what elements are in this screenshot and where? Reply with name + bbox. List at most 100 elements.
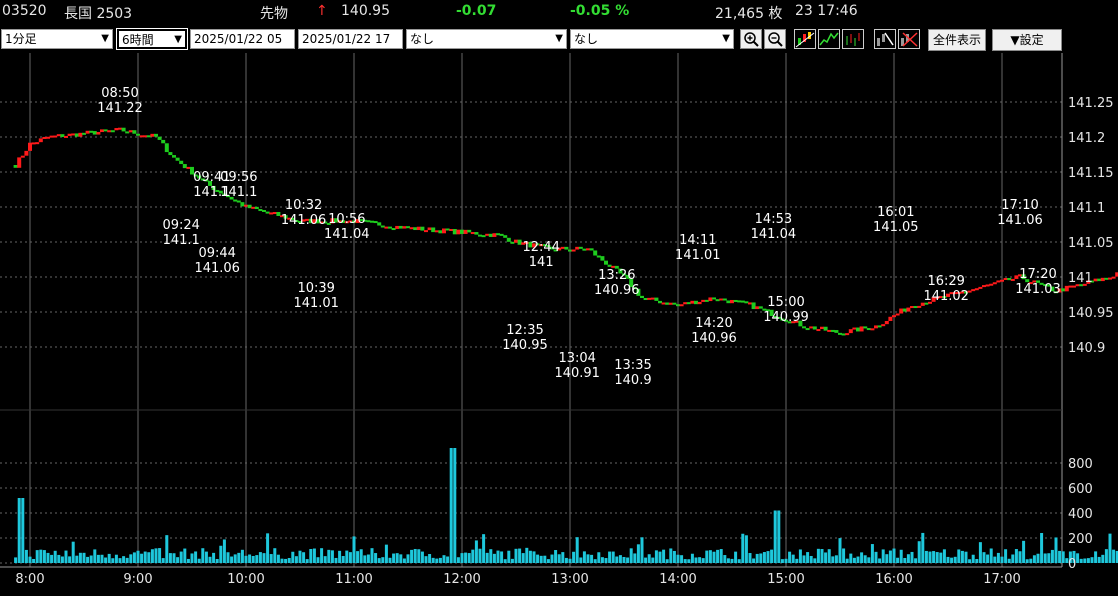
candle: [582, 248, 587, 251]
volume-bar: [330, 550, 334, 563]
candle: [103, 129, 108, 132]
zoom-in-button[interactable]: [740, 29, 762, 49]
volume-bar: [1097, 556, 1101, 563]
candle: [841, 333, 846, 336]
volume-bar: [215, 558, 219, 563]
volume-bar: [878, 558, 882, 563]
volume-bar: [226, 552, 230, 563]
volume-bar: [348, 552, 352, 563]
span-select[interactable]: 6時間 ▼: [116, 28, 188, 50]
volume-bar: [1094, 551, 1098, 563]
volume-bar: [989, 548, 993, 563]
annotation-time: 10:32: [285, 198, 322, 213]
interval-select[interactable]: 1分足 ▼: [1, 29, 113, 49]
candle: [744, 301, 749, 304]
volume-bar: [716, 549, 720, 563]
volume-tick-label: 600: [1068, 482, 1093, 497]
volume-bar: [831, 556, 835, 563]
volume-bar: [640, 537, 644, 563]
candle: [35, 142, 40, 145]
line-mode-button[interactable]: [818, 29, 840, 49]
annotation-time: 16:29: [927, 274, 964, 289]
annotation-time: 13:35: [614, 358, 651, 373]
volume-bar: [1076, 553, 1080, 563]
candle: [712, 297, 716, 300]
end-date-input[interactable]: 2025/01/22 17: [298, 29, 403, 49]
volume-bar: [532, 551, 536, 563]
volume-bar: [114, 554, 118, 563]
volume-bar: [834, 555, 838, 563]
annotation-price: 141.05: [873, 220, 919, 235]
bar-mode-button[interactable]: [842, 29, 864, 49]
volume-bar: [302, 552, 306, 563]
candle: [1007, 277, 1012, 281]
volume-bar: [14, 557, 18, 563]
indicator-select-1[interactable]: なし ▼: [406, 29, 567, 49]
volume-bar: [953, 556, 957, 563]
candle: [830, 329, 835, 332]
price-chart[interactable]: 08:50141.2209:24141.109:41141.109:44141.…: [0, 53, 1118, 596]
indicator-select-2[interactable]: なし ▼: [570, 29, 734, 49]
candlestick-mode-button[interactable]: [794, 29, 816, 49]
volume-bar: [698, 557, 702, 563]
volume-bar: [1104, 549, 1108, 563]
x-tick-label: 15:00: [767, 572, 804, 587]
volume-bar: [860, 552, 864, 563]
volume-bar: [820, 549, 824, 563]
candle: [820, 326, 824, 330]
volume-bar: [60, 556, 64, 563]
volume-bar: [442, 555, 446, 563]
volume-bar: [525, 547, 529, 563]
volume-bar: [309, 548, 313, 563]
crosshair-off-button[interactable]: [898, 29, 920, 49]
volume-bar: [467, 553, 471, 563]
volume-bar: [485, 552, 489, 563]
volume-bar: [561, 552, 565, 563]
zoom-out-button[interactable]: [764, 29, 786, 49]
candle: [733, 299, 738, 302]
volume-bar: [644, 557, 648, 563]
volume-bar: [230, 556, 234, 563]
volume-bar: [842, 548, 846, 563]
volume-bar: [381, 557, 385, 563]
volume-bar: [456, 557, 460, 563]
span-value: 6時間: [122, 33, 154, 47]
volume-bar: [921, 532, 925, 563]
candle: [154, 133, 158, 137]
volume-bar: [1061, 551, 1065, 563]
candle: [499, 233, 504, 236]
volume-bar: [777, 510, 781, 563]
crosshair-button[interactable]: [874, 29, 896, 49]
volume-bar: [978, 542, 982, 563]
volume-bar: [244, 555, 248, 563]
x-tick-label: 9:00: [123, 572, 152, 587]
volume-bar: [813, 558, 817, 563]
annotation-time: 09:56: [220, 170, 257, 185]
volume-bar: [618, 555, 622, 563]
annotation-time: 14:20: [695, 316, 732, 331]
candle: [996, 280, 1001, 283]
candle: [514, 239, 518, 243]
volume-bar: [845, 558, 849, 563]
candle: [506, 237, 511, 242]
candle: [1000, 279, 1004, 282]
candle: [161, 139, 166, 144]
candle: [146, 135, 151, 138]
volume-bar: [964, 551, 968, 563]
candle: [658, 300, 662, 304]
volume-bar: [647, 554, 651, 563]
instrument-kind: 先物: [260, 6, 288, 22]
settings-button[interactable]: ▼設定: [992, 29, 1062, 51]
candle: [740, 300, 745, 303]
volume-bar: [312, 548, 316, 563]
volume-bar: [150, 549, 154, 563]
show-all-button[interactable]: 全件表示: [928, 29, 986, 51]
start-date-input[interactable]: 2025/01/22 05: [190, 29, 295, 49]
candle: [71, 133, 76, 136]
volume-bar: [471, 549, 475, 563]
candle: [31, 142, 36, 145]
volume-bar: [111, 558, 115, 563]
volume-bar: [395, 553, 399, 563]
volume-readout: 21,465 枚: [715, 6, 783, 22]
annotation-time: 09:24: [162, 218, 199, 233]
